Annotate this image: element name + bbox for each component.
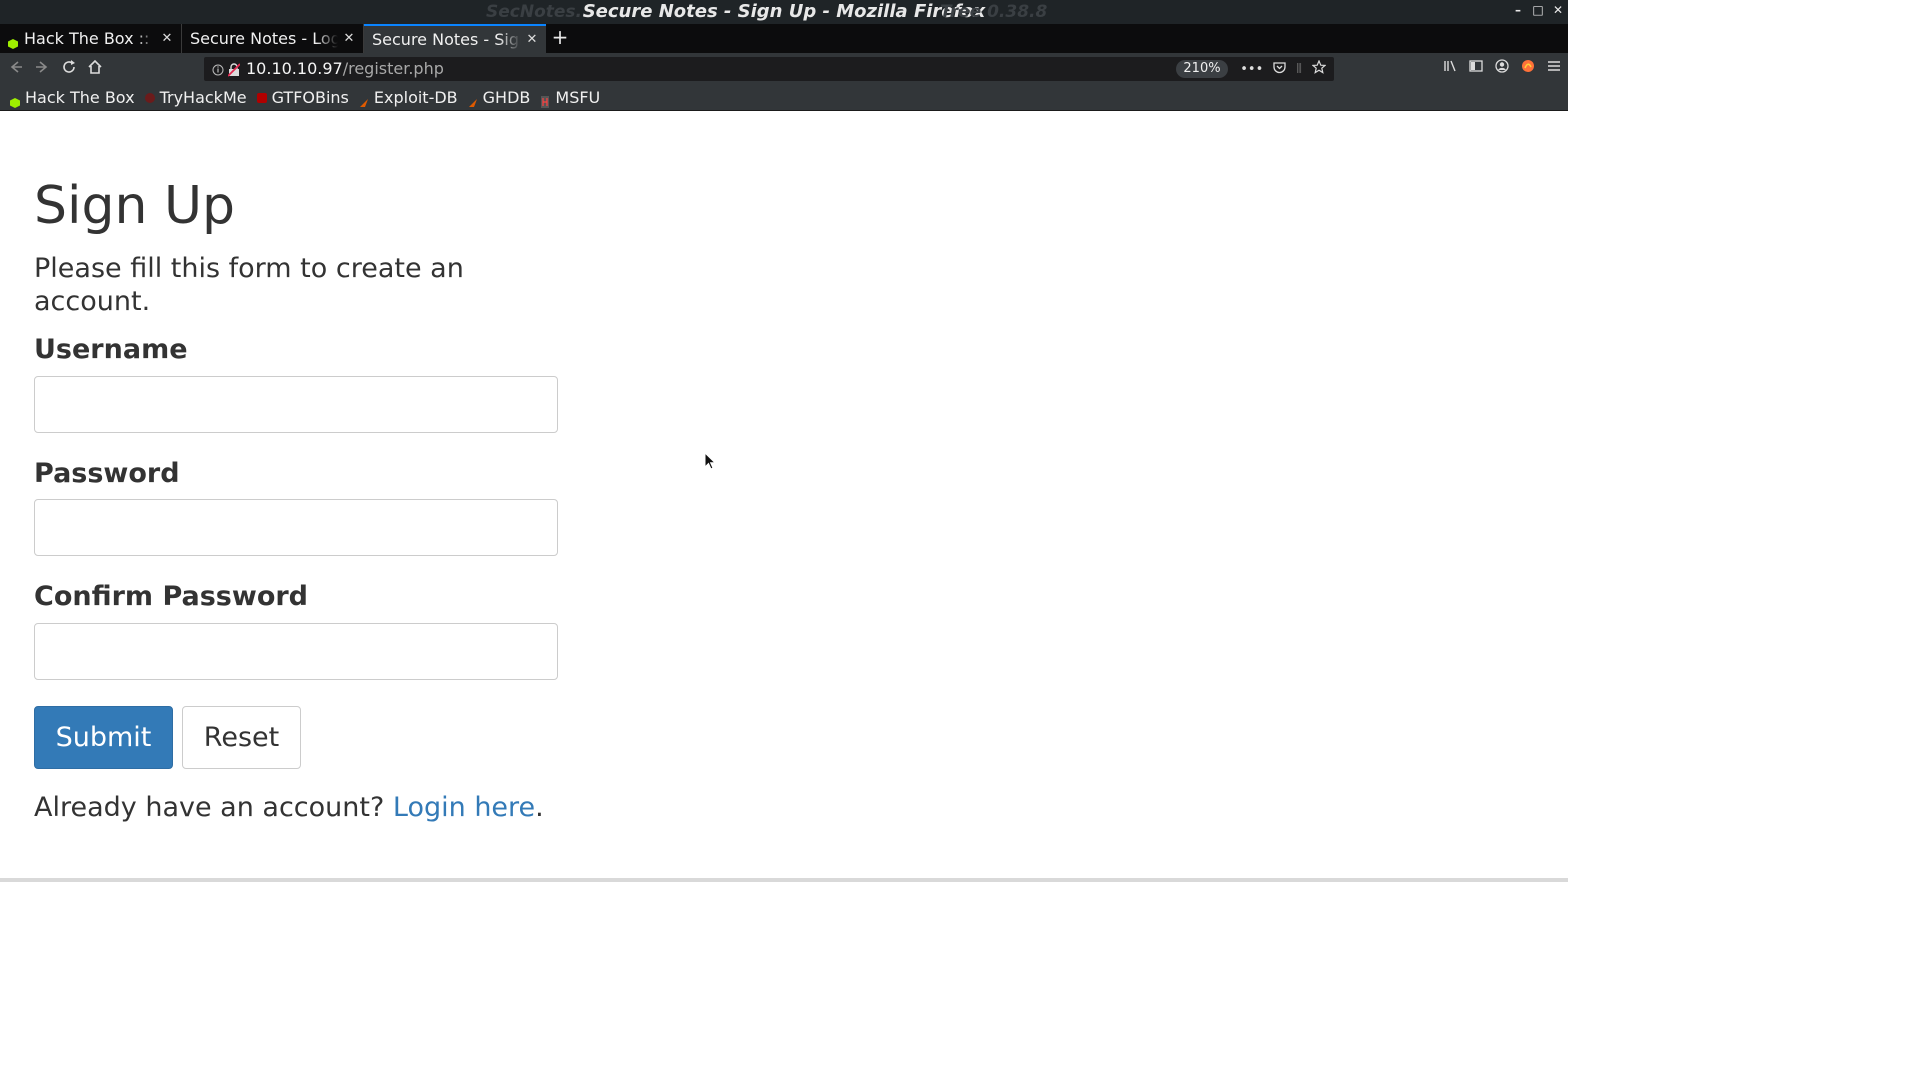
- close-tab-icon[interactable]: ✕: [160, 31, 174, 46]
- url-path: /register.php: [342, 59, 444, 78]
- tab-label: Secure Notes - Sign Up: [372, 30, 521, 49]
- bookmark-gtfobins[interactable]: GTFOBins: [256, 88, 349, 107]
- close-tab-icon[interactable]: ✕: [342, 31, 356, 46]
- tryhackme-icon: [144, 92, 155, 103]
- tab-label: Hack The Box :: Machines: [24, 29, 156, 48]
- login-prompt-suffix: .: [535, 792, 544, 823]
- bookmark-label: TryHackMe: [159, 88, 247, 107]
- bookmark-label: Exploit-DB: [373, 88, 458, 107]
- htb-bookmark-icon: [10, 93, 20, 108]
- username-label: Username: [34, 334, 188, 365]
- page-actions: ••• ⦀: [1240, 57, 1327, 81]
- bookmark-ghdb[interactable]: GHDB: [468, 88, 531, 107]
- form-instructions: Please fill this form to create an accou…: [34, 253, 464, 317]
- tab-secure-notes-login[interactable]: Secure Notes - Login ✕: [182, 24, 364, 53]
- msfu-icon: [540, 93, 550, 108]
- toolbar-right: [1442, 59, 1562, 77]
- confirm-password-label: Confirm Password: [34, 581, 309, 612]
- bookmark-label: Hack The Box: [25, 88, 135, 107]
- ghdb-icon: [468, 93, 478, 107]
- home-icon[interactable]: [85, 59, 105, 79]
- navigation-toolbar: 10.10.10.97/register.php 210% ••• ⦀: [0, 53, 1568, 85]
- bookmark-star-icon[interactable]: [1311, 59, 1327, 78]
- window-controls: – □ ✕: [1512, 3, 1564, 17]
- window-title: Secure Notes - Sign Up - Mozilla Firefox: [582, 1, 986, 22]
- maximize-icon[interactable]: □: [1532, 3, 1544, 17]
- reload-icon[interactable]: [59, 59, 79, 79]
- reader-view-icon[interactable]: ⦀: [1296, 62, 1302, 77]
- mouse-cursor-icon: [704, 451, 718, 472]
- menu-icon[interactable]: [1546, 59, 1562, 77]
- url-text[interactable]: 10.10.10.97/register.php: [246, 57, 444, 81]
- more-actions-icon[interactable]: •••: [1240, 62, 1263, 77]
- pocket-icon[interactable]: [1273, 61, 1286, 78]
- background-window-title-right: Tree 0.38.8: [940, 2, 1048, 22]
- zoom-level-badge[interactable]: 210%: [1176, 60, 1228, 78]
- login-link[interactable]: Login here: [393, 792, 535, 823]
- page-title: Sign Up: [34, 176, 236, 236]
- library-icon[interactable]: [1442, 59, 1458, 77]
- tab-hack-the-box[interactable]: Hack The Box :: Machines ✕: [0, 24, 182, 53]
- new-tab-button[interactable]: +: [546, 24, 574, 53]
- reset-button[interactable]: Reset: [182, 706, 301, 769]
- url-host: 10.10.10.97: [246, 59, 343, 78]
- bookmark-label: MSFU: [555, 88, 601, 107]
- window-titlebar: SecNotes. Secure Notes - Sign Up - Mozil…: [0, 0, 1568, 24]
- sidebar-icon[interactable]: [1468, 59, 1484, 77]
- close-tab-icon[interactable]: ✕: [525, 32, 539, 47]
- background-window-title: SecNotes.: [486, 2, 582, 22]
- minimize-icon[interactable]: –: [1512, 3, 1524, 17]
- tab-label: Secure Notes - Login: [190, 29, 338, 48]
- bookmarks-toolbar: Hack The Box TryHackMe GTFOBins Exploit-…: [0, 85, 1568, 111]
- extension-icon[interactable]: [1520, 59, 1536, 77]
- exploit-db-icon: [359, 93, 369, 107]
- bookmark-tryhackme[interactable]: TryHackMe: [144, 88, 247, 107]
- login-prompt: Already have an account? Login here.: [34, 790, 544, 826]
- account-icon[interactable]: [1494, 59, 1510, 77]
- window-bottom-edge: [0, 878, 1568, 882]
- confirm-password-input[interactable]: [34, 623, 558, 680]
- close-window-icon[interactable]: ✕: [1552, 3, 1564, 17]
- page-content: Sign Up Please fill this form to create …: [0, 112, 1568, 880]
- username-input[interactable]: [34, 376, 558, 433]
- forward-icon[interactable]: [32, 59, 52, 79]
- submit-button[interactable]: Submit: [34, 706, 173, 769]
- tab-secure-notes-signup[interactable]: Secure Notes - Sign Up ✕: [364, 24, 546, 53]
- site-info-icon[interactable]: [212, 62, 224, 81]
- tab-strip: Hack The Box :: Machines ✕ Secure Notes …: [0, 24, 1568, 53]
- password-label: Password: [34, 458, 180, 489]
- password-input[interactable]: [34, 499, 558, 556]
- bookmark-hack-the-box[interactable]: Hack The Box: [10, 88, 135, 108]
- bookmark-label: GTFOBins: [271, 88, 349, 107]
- login-prompt-text: Already have an account?: [34, 792, 393, 823]
- back-icon[interactable]: [6, 59, 26, 79]
- address-bar[interactable]: 10.10.10.97/register.php 210% ••• ⦀: [204, 57, 1334, 81]
- insecure-lock-icon[interactable]: [227, 62, 241, 81]
- bookmark-exploit-db[interactable]: Exploit-DB: [359, 88, 458, 107]
- htb-favicon-icon: [8, 34, 18, 49]
- bookmark-label: GHDB: [482, 88, 531, 107]
- gtfobins-icon: [256, 92, 267, 103]
- bookmark-msfu[interactable]: MSFU: [540, 88, 601, 108]
